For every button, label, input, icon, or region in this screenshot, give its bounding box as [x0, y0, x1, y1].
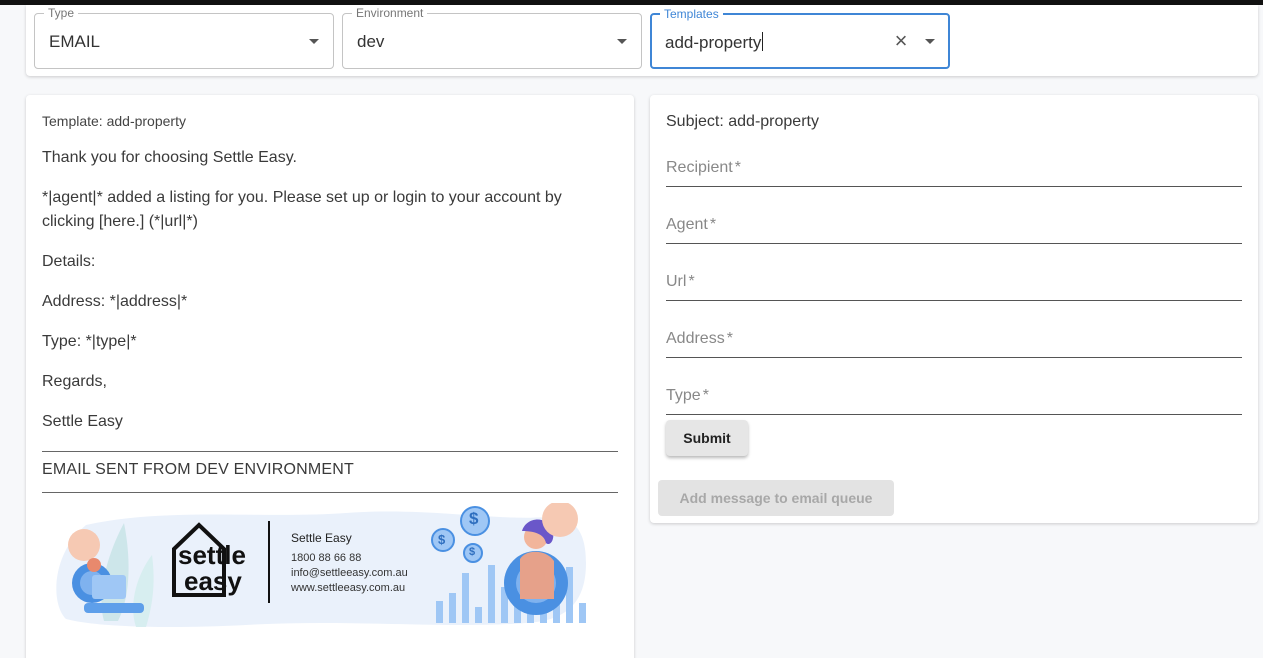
templates-legend: Templates — [660, 7, 723, 21]
preview-paragraph: Regards, — [42, 373, 107, 390]
company-email: info@settleeasy.com.au — [291, 567, 408, 579]
submit-button[interactable]: Submit — [666, 420, 748, 456]
environment-select-value: dev — [357, 32, 385, 51]
coin-icon: $ — [438, 532, 446, 547]
divider — [42, 492, 618, 493]
url-field[interactable]: Url * — [666, 261, 1242, 301]
recipient-field[interactable]: Recipient * — [666, 147, 1242, 187]
address-field[interactable]: Address * — [666, 318, 1242, 358]
agent-field-label: Agent * — [666, 216, 717, 233]
environment-select-legend: Environment — [352, 6, 428, 20]
type-select-legend: Type — [44, 6, 79, 20]
email-form-card: Subject: add-property Recipient * Agent * … — [650, 95, 1258, 523]
divider — [42, 451, 618, 452]
address-field-label: Address * — [666, 330, 733, 347]
coin-icon: $ — [469, 546, 476, 558]
chevron-down-icon[interactable] — [925, 39, 935, 44]
preview-paragraph: Details: — [42, 253, 96, 270]
close-icon[interactable]: × — [890, 30, 912, 52]
templates-autocomplete[interactable]: Templates add-property × — [650, 7, 950, 69]
environment-select[interactable]: Environment dev — [342, 6, 642, 69]
chevron-down-icon[interactable] — [617, 39, 627, 44]
template-label: Template: add-property — [42, 113, 186, 129]
type-select-value: EMAIL — [49, 32, 101, 51]
coin-icon: $ — [469, 509, 479, 528]
type-select[interactable]: Type EMAIL — [34, 6, 334, 69]
preview-paragraph: Address: *|address|* — [42, 293, 188, 310]
template-preview-card: Template: add-property Thank you for cho… — [26, 95, 634, 658]
preview-paragraph: Type: *|type|* — [42, 333, 137, 350]
agent-field[interactable]: Agent * — [666, 204, 1242, 244]
filter-bar: Type EMAIL Environment dev Templates add… — [26, 5, 1258, 76]
environment-note: EMAIL SENT FROM DEV ENVIRONMENT — [42, 461, 355, 478]
type-field-label: Type * — [666, 387, 709, 404]
templates-input[interactable]: add-property — [665, 32, 764, 53]
chevron-down-icon[interactable] — [309, 39, 319, 44]
add-to-email-queue-button[interactable]: Add message to email queue — [658, 480, 894, 516]
subject-line: Subject: add-property — [666, 113, 819, 130]
recipient-field-label: Recipient * — [666, 159, 741, 176]
brand-logo-top: settle — [178, 540, 246, 570]
preview-paragraph: Settle Easy — [42, 413, 123, 430]
url-field-label: Url * — [666, 273, 695, 290]
text-cursor — [762, 32, 764, 51]
company-phone: 1800 88 66 88 — [291, 552, 362, 564]
type-field[interactable]: Type * — [666, 375, 1242, 415]
brand-logo-bottom: easy — [184, 566, 242, 596]
preview-paragraph: Thank you for choosing Settle Easy. — [42, 149, 297, 166]
company-website: www.settleeasy.com.au — [291, 582, 406, 594]
preview-paragraph: *|agent|* added a listing for you. Pleas… — [42, 189, 562, 230]
email-footer-banner: settle easy Settle Easy 1800 88 66 88 in… — [46, 501, 591, 631]
company-name: Settle Easy — [291, 531, 352, 545]
